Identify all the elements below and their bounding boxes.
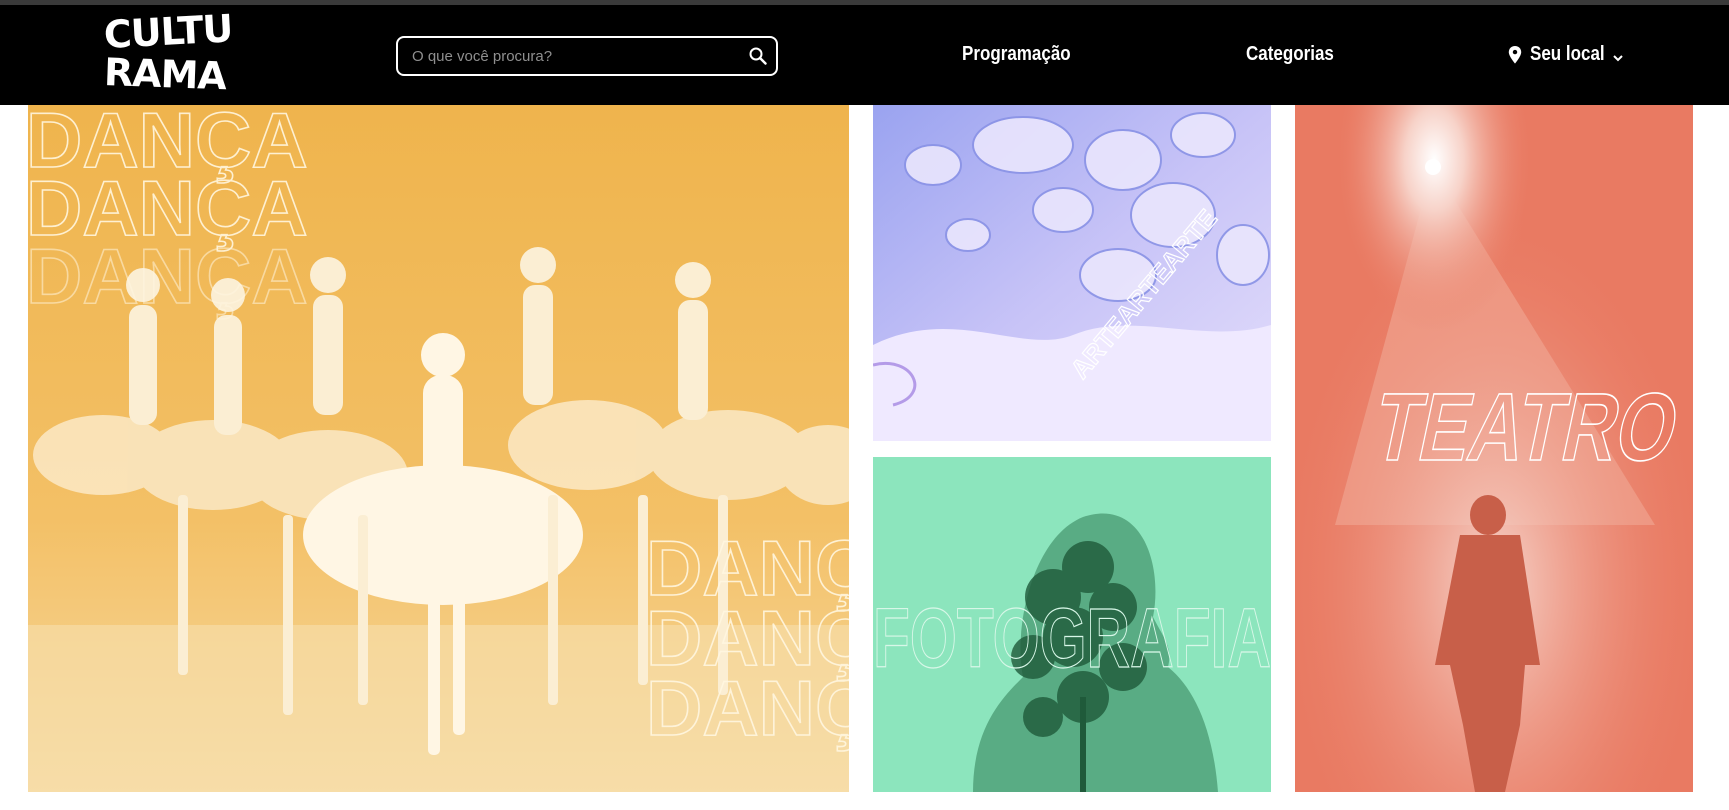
category-card-fotografia[interactable]: FOTOGRAFIA	[873, 457, 1271, 792]
search-box	[396, 36, 778, 76]
location-selector[interactable]: Seu local	[1508, 43, 1624, 66]
site-header: CULTU RAMA Programação Categorias Seu lo…	[0, 5, 1729, 105]
culturama-logo[interactable]: CULTU RAMA	[103, 6, 234, 99]
search-icon[interactable]	[748, 46, 768, 66]
location-pin-icon	[1508, 45, 1522, 63]
nav-programacao[interactable]: Programação	[962, 43, 1071, 66]
danca-outline-text: DANÇA	[28, 232, 308, 320]
theater-spotlight-image: TEATRO	[1295, 105, 1693, 792]
search-input[interactable]	[412, 38, 732, 74]
category-card-danca[interactable]: DANÇA DANÇA DANÇA DANÇA DANÇA DANÇA	[28, 105, 849, 792]
location-label: Seu local	[1530, 43, 1605, 65]
category-card-arte[interactable]: ARTE ARTE ARTE	[873, 105, 1271, 441]
nav-categorias[interactable]: Categorias	[1246, 43, 1334, 66]
fluid-art-image: ARTE ARTE ARTE	[873, 105, 1271, 441]
chevron-down-icon	[1613, 54, 1623, 61]
teatro-outline-text: TEATRO	[1365, 373, 1688, 481]
category-card-teatro[interactable]: TEATRO	[1295, 105, 1693, 792]
logo-line-2: RAMA	[103, 50, 227, 99]
logo-line-1: CULTU	[102, 6, 234, 57]
fotografia-outline-text: FOTOGRAFIA	[873, 591, 1271, 685]
danca-outline-text: DANÇA	[646, 664, 849, 752]
ballet-dancers-image: DANÇA DANÇA DANÇA DANÇA DANÇA DANÇA	[28, 105, 849, 792]
page-bottom-space	[0, 792, 1729, 810]
double-exposure-portrait-image: FOTOGRAFIA	[873, 457, 1271, 792]
